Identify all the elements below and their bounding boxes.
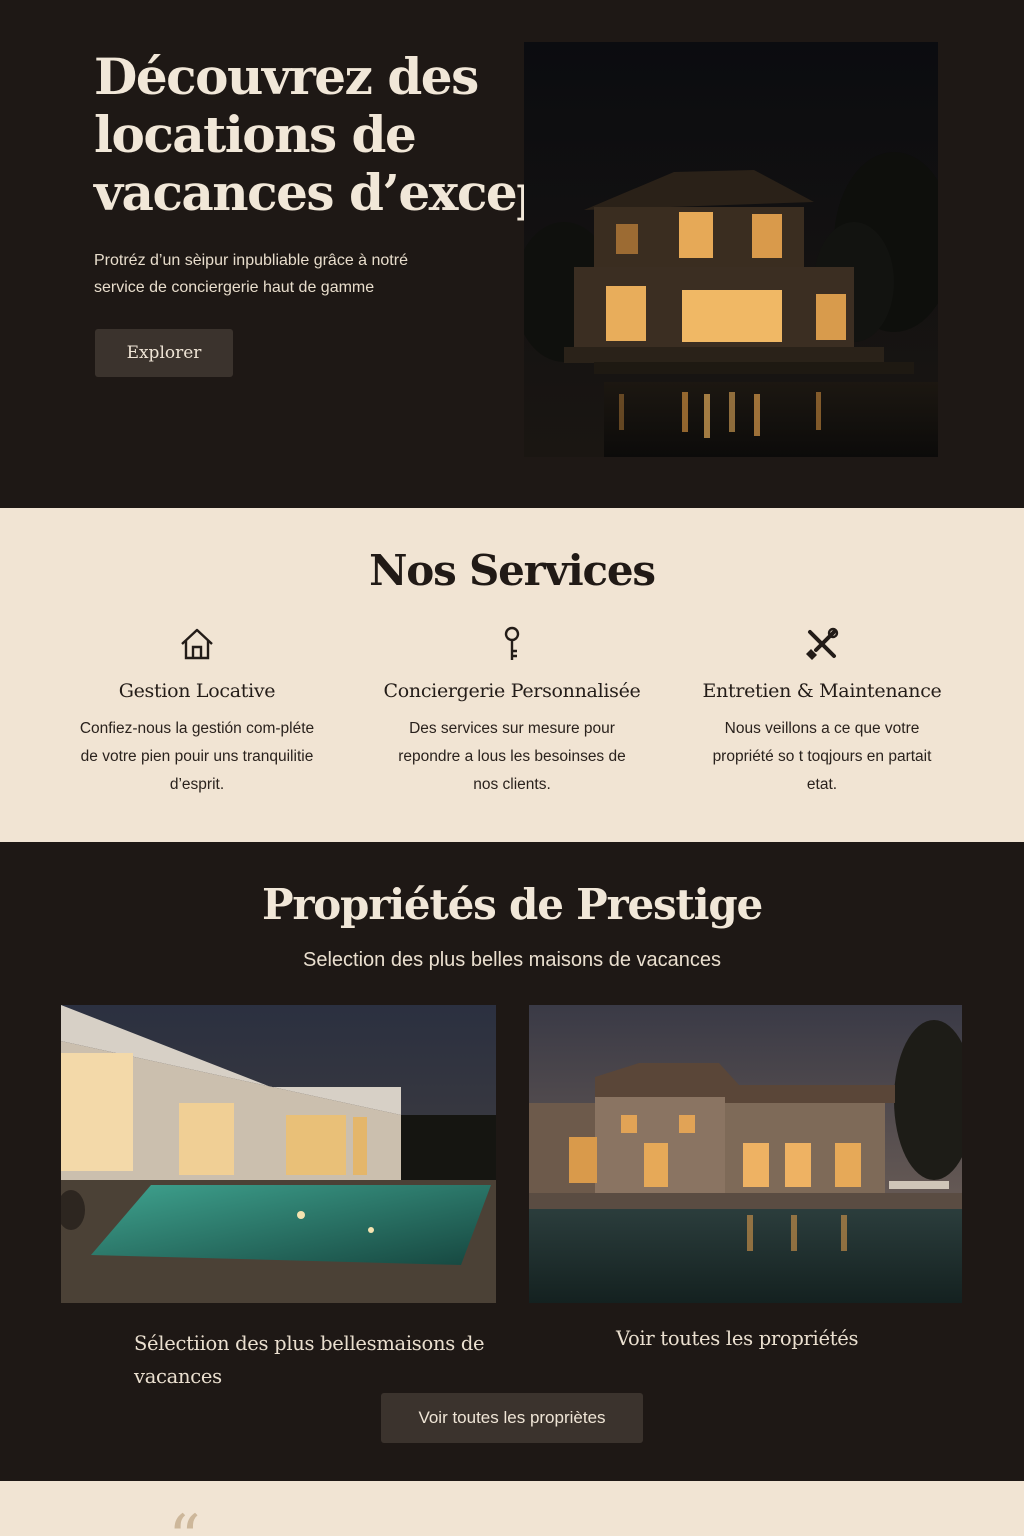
service-title: Conciergerie Personnalisée bbox=[383, 680, 641, 702]
view-all-properties-button[interactable]: Voir toutes les propriètes bbox=[381, 1393, 643, 1443]
hero-section: Découvrez des locations de vacances d’ex… bbox=[0, 0, 1024, 506]
property-caption-right[interactable]: Voir toutes les propriétés bbox=[616, 1327, 936, 1350]
testimonial-section: “ bbox=[0, 1481, 1024, 1536]
tools-icon bbox=[806, 627, 839, 660]
service-entretien: Entretien & Maintenance Nous veillons a … bbox=[662, 624, 982, 799]
properties-title: Propriétés de Prestige bbox=[261, 880, 763, 929]
hero-subtitle: Protréz d’un sèipur inpubliable grâce à … bbox=[94, 247, 494, 301]
explore-button[interactable]: Explorer bbox=[95, 329, 233, 377]
hero-subtitle-line: Protréz d’un sèipur inpubliable grâce à … bbox=[94, 252, 408, 269]
service-conciergerie: Conciergerie Personnalisée Des services … bbox=[352, 624, 672, 799]
mediterranean-villa-photo bbox=[529, 1005, 962, 1303]
modern-villa-photo bbox=[61, 1005, 496, 1303]
property-card-modern-villa[interactable] bbox=[61, 1005, 496, 1303]
night-villa-illustration bbox=[524, 42, 938, 457]
service-description: Des services sur mesure pour repondre a … bbox=[398, 720, 626, 793]
properties-subtitle: Selection des plus belles maisons de vac… bbox=[302, 949, 722, 971]
service-description: Confiez-nous la gestión com-pléte de vot… bbox=[79, 720, 315, 793]
services-title: Nos Services bbox=[369, 546, 656, 595]
key-icon bbox=[504, 626, 520, 660]
service-title: Entretien & Maintenance bbox=[702, 680, 942, 702]
services-section: Nos Services Gestion Locative Confiez-no… bbox=[0, 508, 1024, 842]
service-gestion-locative: Gestion Locative Confiez-nous la gestión… bbox=[37, 624, 357, 799]
hero-villa-image bbox=[524, 42, 938, 457]
service-description: Nous veillons a ce que votre propriété s… bbox=[712, 720, 932, 793]
property-card-mediterranean-villa[interactable] bbox=[529, 1005, 962, 1303]
properties-section: Propriétés de Prestige Selection des plu… bbox=[0, 844, 1024, 1481]
house-icon bbox=[181, 628, 213, 660]
service-title: Gestion Locative bbox=[118, 680, 276, 702]
property-caption-left: Sélectiion des plus bellesmaisons de vac… bbox=[134, 1332, 485, 1388]
hero-subtitle-line: service de conciergerie haut de gamme bbox=[94, 279, 375, 296]
quote-mark-icon: “ bbox=[168, 1507, 201, 1536]
